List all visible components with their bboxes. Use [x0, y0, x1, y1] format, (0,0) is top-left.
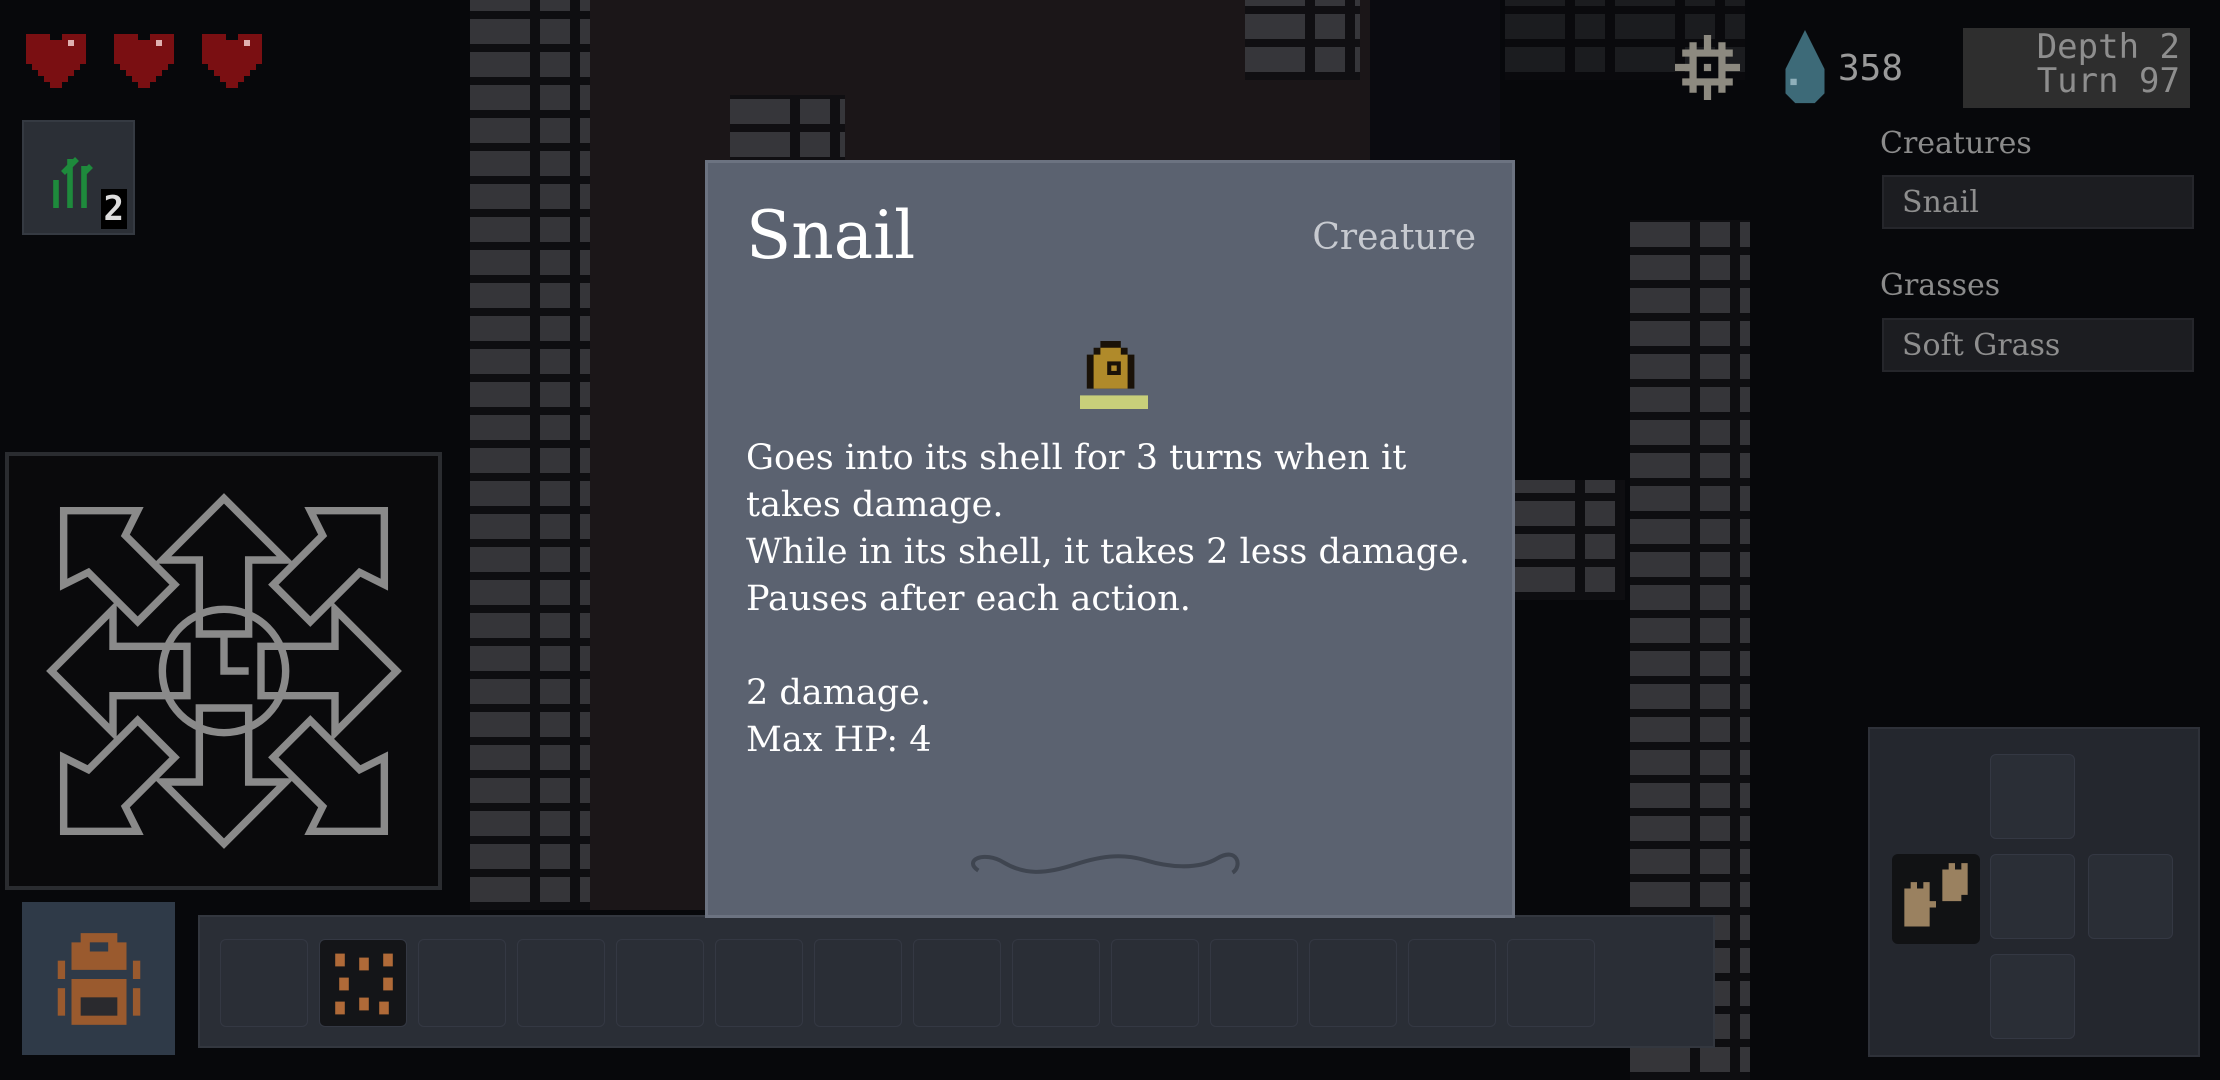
water-drop-icon: [1785, 30, 1825, 104]
depth-label: Depth 2: [2036, 27, 2180, 67]
wait-clock-button[interactable]: [158, 605, 290, 737]
hotbar-slot[interactable]: [517, 939, 605, 1027]
description-line: Pauses after each action.: [746, 579, 1191, 619]
heart-icon: [114, 34, 174, 88]
depth-turn-panel: Depth 2 Turn 97: [1963, 28, 2190, 108]
hotbar-slot[interactable]: [1012, 939, 1100, 1027]
modal-title: Snail: [746, 197, 916, 274]
hotbar-slot[interactable]: [319, 939, 407, 1027]
hotbar-slot[interactable]: [220, 939, 308, 1027]
arrow-down-left-button[interactable]: [59, 715, 180, 836]
wall-block: [1245, 0, 1360, 80]
equip-slot-feet[interactable]: [1990, 954, 2075, 1039]
hotbar-slot[interactable]: [1507, 939, 1595, 1027]
hotbar-slot[interactable]: [418, 939, 506, 1027]
equip-slot-body[interactable]: [1990, 854, 2075, 939]
hotbar-slot[interactable]: [1111, 939, 1199, 1027]
equip-slot-offhand[interactable]: [2088, 854, 2173, 939]
wall-block: [1515, 480, 1625, 600]
arrow-left-button[interactable]: [46, 600, 191, 742]
equip-slot-hands[interactable]: [1892, 854, 1980, 944]
wall-column: [470, 0, 590, 910]
dpad: [5, 452, 442, 890]
backpack-button[interactable]: [22, 902, 175, 1055]
arrow-down-right-button[interactable]: [268, 715, 389, 836]
backpack-icon: [57, 933, 141, 1025]
ornament-flourish-icon: [971, 852, 1240, 875]
hotbar-slot[interactable]: [616, 939, 704, 1027]
damage-stat: 2 damage.: [746, 673, 931, 713]
arrow-right-button[interactable]: [257, 600, 402, 742]
creature-item-snail[interactable]: Snail: [1882, 175, 2194, 229]
creatures-heading: Creatures: [1880, 126, 2032, 161]
arrow-down-button[interactable]: [153, 704, 295, 849]
heart-icon: [202, 34, 262, 88]
hotbar-slot[interactable]: [1408, 939, 1496, 1027]
grass-count: 2: [100, 189, 127, 229]
hotbar-slot[interactable]: [814, 939, 902, 1027]
hands-icon: [1904, 863, 1968, 927]
grass-item-slot[interactable]: 2: [22, 120, 135, 235]
grasses-heading: Grasses: [1880, 268, 2001, 303]
wall-block: [730, 95, 845, 165]
arrow-up-button[interactable]: [153, 493, 295, 638]
hotbar: [198, 915, 1715, 1048]
grass-item-soft-grass[interactable]: Soft Grass: [1882, 318, 2194, 372]
equip-slot-head[interactable]: [1990, 754, 2075, 839]
seeds-icon: [335, 953, 393, 1015]
description-line: [746, 623, 1482, 670]
modal-description: Goes into its shell for 3 turns when it …: [746, 435, 1482, 764]
hotbar-slot[interactable]: [1309, 939, 1397, 1027]
turn-label: Turn 97: [2036, 61, 2180, 101]
settings-gear-icon[interactable]: [1675, 35, 1740, 100]
hotbar-slot[interactable]: [715, 939, 803, 1027]
snail-icon: [1080, 341, 1148, 409]
equipment-panel: [1868, 727, 2200, 1057]
description-line: Goes into its shell for 3 turns when it …: [746, 438, 1407, 525]
arrow-up-right-button[interactable]: [268, 506, 389, 627]
creature-info-modal: Snail Creature Goes into its shell for 3…: [705, 160, 1515, 918]
description-line: While in its shell, it takes 2 less dama…: [746, 532, 1471, 572]
modal-category: Creature: [1312, 217, 1476, 258]
hotbar-slot[interactable]: [1210, 939, 1298, 1027]
water-count: 358: [1838, 48, 1904, 89]
heart-icon: [26, 34, 86, 88]
hotbar-slot[interactable]: [913, 939, 1001, 1027]
arrow-up-left-button[interactable]: [59, 506, 180, 627]
max-hp-stat: Max HP: 4: [746, 720, 932, 760]
